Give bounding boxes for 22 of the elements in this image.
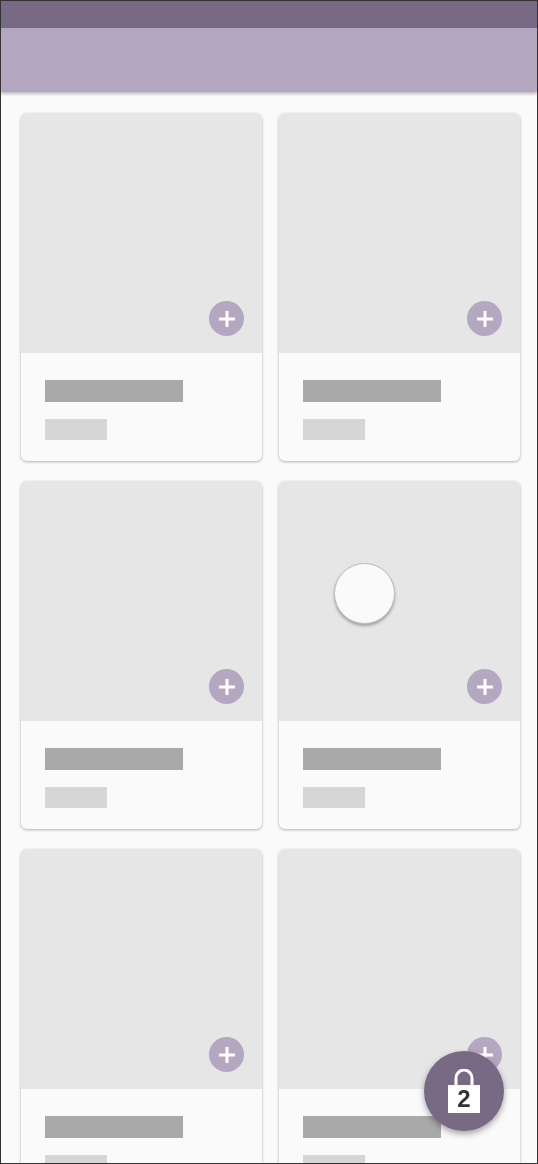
add-button[interactable] xyxy=(209,1037,244,1072)
product-card[interactable] xyxy=(21,849,262,1163)
subtitle-placeholder-bar xyxy=(45,787,107,808)
add-button[interactable] xyxy=(209,669,244,704)
product-card[interactable] xyxy=(21,481,262,829)
add-button[interactable] xyxy=(467,301,502,336)
plus-icon xyxy=(216,1044,237,1065)
subtitle-placeholder-bar xyxy=(45,419,107,440)
subtitle-placeholder-bar xyxy=(303,787,365,808)
product-card[interactable] xyxy=(279,849,520,1163)
add-button[interactable] xyxy=(467,669,502,704)
add-button[interactable] xyxy=(209,301,244,336)
product-card[interactable] xyxy=(279,481,520,829)
plus-icon xyxy=(474,676,495,697)
subtitle-placeholder-bar xyxy=(303,419,365,440)
product-card[interactable] xyxy=(21,113,262,461)
plus-icon xyxy=(216,676,237,697)
product-card[interactable] xyxy=(279,113,520,461)
plus-icon xyxy=(474,308,495,329)
bag-handle-icon xyxy=(454,1069,474,1085)
cart-count: 2 xyxy=(448,1085,480,1113)
plus-icon xyxy=(216,308,237,329)
